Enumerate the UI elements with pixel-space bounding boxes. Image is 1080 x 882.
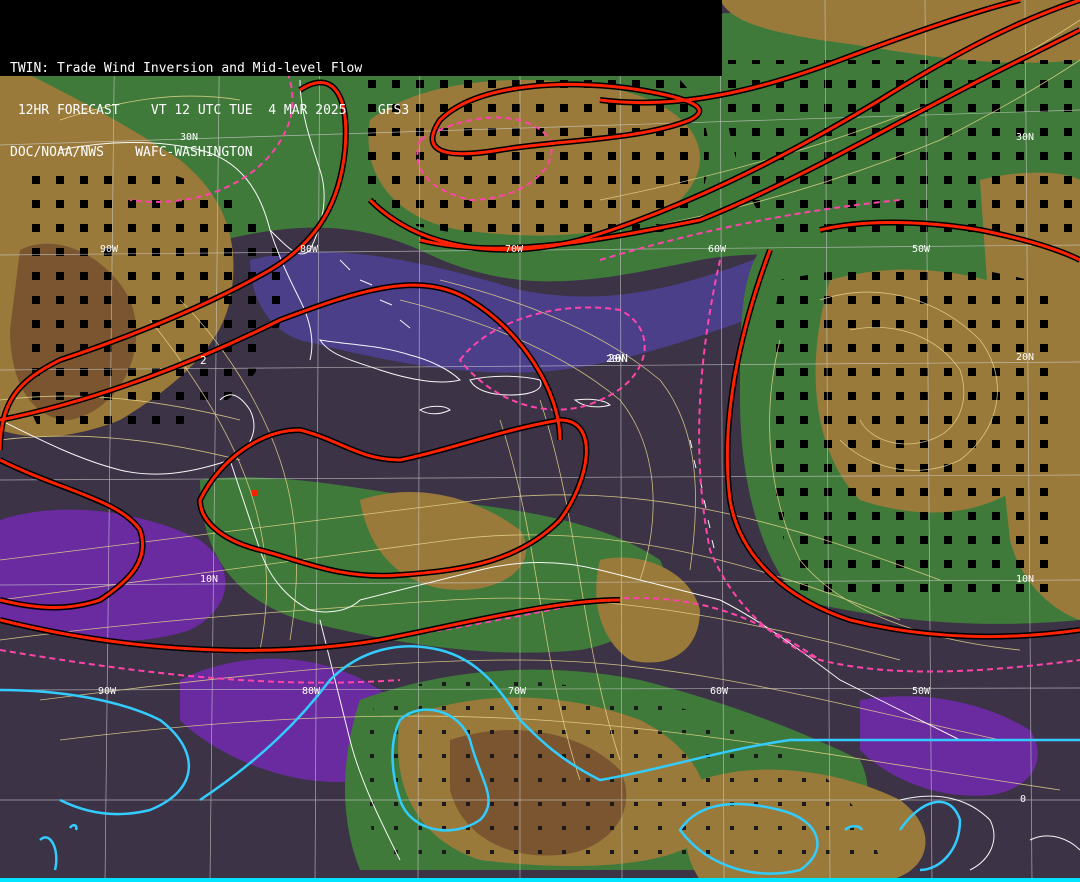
lon-label-bottom-3: 60W — [710, 686, 729, 697]
contour-label-20n: 20N — [608, 352, 628, 365]
lon-label-top-0: 90W — [100, 244, 119, 255]
lat-label-right-2: 10N — [1016, 574, 1034, 585]
lon-label-bottom-4: 50W — [912, 686, 931, 697]
lon-label-bottom-1: 80W — [302, 686, 321, 697]
header-agency-line: DOC/NOAA/NWS WAFC-WASHINGTON — [10, 145, 253, 160]
lon-label-bottom-2: 70W — [508, 686, 527, 697]
lon-label-top-4: 50W — [912, 244, 931, 255]
lon-label-top-1: 80W — [300, 244, 319, 255]
header-forecast-line: 12HR FORECAST VT 12 UTC TUE 4 MAR 2025 G… — [10, 103, 410, 118]
contour-label-2: 2 — [200, 354, 207, 367]
bottom-border — [0, 878, 1080, 882]
hatch-east — [769, 266, 1060, 600]
lon-label-top-2: 70W — [505, 244, 524, 255]
header-title: TWIN: Trade Wind Inversion and Mid-level… — [10, 61, 363, 76]
map-header: TWIN: Trade Wind Inversion and Mid-level… — [0, 0, 722, 160]
red-marker — [252, 490, 258, 496]
lon-label-top-3: 60W — [708, 244, 727, 255]
lat-label-right-3: 0 — [1020, 794, 1026, 805]
lat-label-right-1: 20N — [1016, 352, 1034, 363]
lon-label-bottom-0: 90W — [98, 686, 117, 697]
lat-label-right-0: 30N — [1016, 132, 1034, 143]
lat-label-left-2: 10N — [200, 574, 218, 585]
